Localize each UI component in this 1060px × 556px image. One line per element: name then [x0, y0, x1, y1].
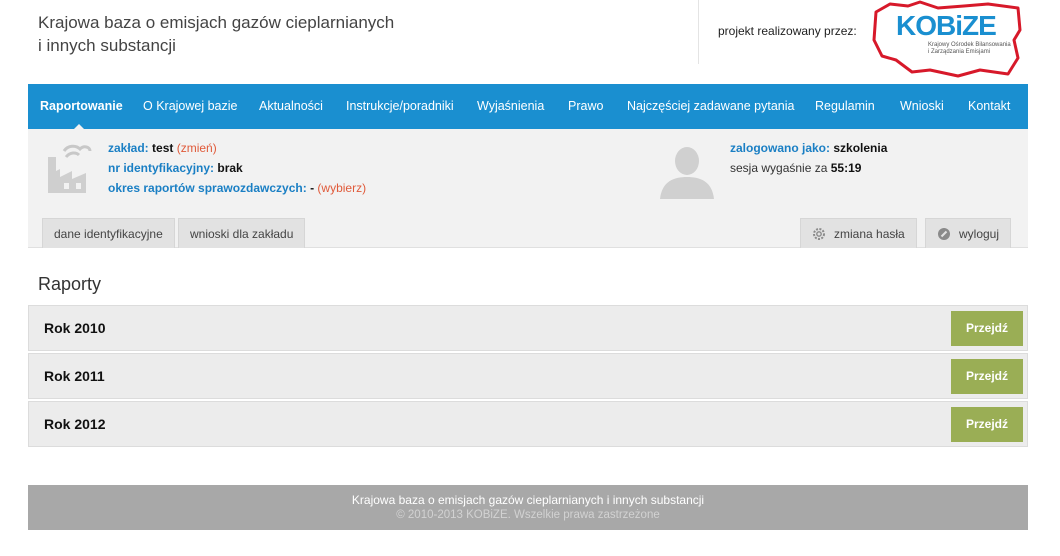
logo-subtitle-line2: i Zarządzania Emisjami: [928, 49, 991, 55]
facility-label: zakład:: [108, 141, 149, 155]
tab-dane-identyfikacyjne[interactable]: dane identyfikacyjne: [42, 218, 175, 248]
session-text: sesja wygaśnie za: [730, 161, 828, 175]
report-row-2011: Rok 2011 Przejdź: [28, 353, 1028, 399]
site-footer: Krajowa baza o emisjach gazów cieplarnia…: [28, 485, 1028, 530]
period-line: okres raportów sprawozdawczych: - (wybie…: [108, 181, 366, 195]
go-button-2010[interactable]: Przejdź: [951, 311, 1023, 346]
period-value: -: [310, 181, 315, 195]
choose-period-link[interactable]: (wybierz): [317, 181, 366, 195]
logo-text: KOBiZE: [896, 10, 997, 41]
nav-item-wyjasnienia[interactable]: Wyjaśnienia: [477, 84, 544, 129]
gear-icon: [813, 228, 825, 240]
logout-label: wyloguj: [959, 227, 1000, 241]
logout-button[interactable]: wyloguj: [925, 218, 1012, 248]
footer-title: Krajowa baza o emisjach gazów cieplarnia…: [351, 493, 705, 507]
active-nav-caret: [73, 124, 85, 130]
site-title-line2: i innych substancji: [38, 36, 176, 55]
logout-icon: [938, 228, 950, 240]
session-timer: 55:19: [830, 161, 862, 175]
nav-item-regulamin[interactable]: Regulamin: [815, 84, 875, 129]
facility-value: test: [152, 141, 174, 155]
site-title-line1: Krajowa baza o emisjach gazów cieplarnia…: [38, 13, 395, 32]
go-button-2012[interactable]: Przejdź: [951, 407, 1023, 442]
user-avatar-icon: [660, 147, 714, 199]
kobize-logo[interactable]: KOBiZE Krajowy Ośrodek Bilansowania i Za…: [868, 0, 1028, 78]
main-nav: Raportowanie O Krajowej bazie Aktualnośc…: [28, 84, 1028, 129]
header-divider: [698, 0, 699, 64]
change-facility-link[interactable]: (zmień): [177, 141, 217, 155]
change-password-button[interactable]: zmiana hasła: [800, 218, 917, 248]
account-info-panel: zakład: test (zmień) nr identyfikacyjny:…: [28, 129, 1028, 248]
logo-subtitle: Krajowy Ośrodek Bilansowania i Zarządzan…: [928, 42, 1028, 56]
facility-line: zakład: test (zmień): [108, 141, 217, 155]
tab-wnioski-dla-zakladu[interactable]: wnioski dla zakładu: [178, 218, 306, 248]
period-label: okres raportów sprawozdawczych:: [108, 181, 307, 195]
factory-icon: [48, 144, 92, 193]
nav-item-prawo[interactable]: Prawo: [568, 84, 603, 129]
site-title: Krajowa baza o emisjach gazów cieplarnia…: [38, 11, 458, 57]
report-year: Rok 2012: [44, 416, 106, 432]
nav-item-wnioski[interactable]: Wnioski: [900, 84, 944, 129]
session-line: sesja wygaśnie za 55:19: [730, 161, 861, 175]
site-header: Krajowa baza o emisjach gazów cieplarnia…: [0, 0, 1060, 84]
nav-item-raportowanie[interactable]: Raportowanie: [40, 84, 123, 129]
report-year: Rok 2010: [44, 320, 106, 336]
report-row-2010: Rok 2010 Przejdź: [28, 305, 1028, 351]
change-password-label: zmiana hasła: [834, 227, 905, 241]
logged-user-line: zalogowano jako: szkolenia: [730, 141, 887, 155]
nav-item-instrukcje[interactable]: Instrukcje/poradniki: [346, 84, 454, 129]
logo-subtitle-line1: Krajowy Ośrodek Bilansowania: [928, 42, 1011, 48]
id-number-value: brak: [217, 161, 243, 175]
nav-item-kontakt[interactable]: Kontakt: [968, 84, 1010, 129]
reports-title: Raporty: [38, 274, 102, 294]
report-year: Rok 2011: [44, 368, 105, 384]
report-row-2012: Rok 2012 Przejdź: [28, 401, 1028, 447]
nav-item-o-krajowej-bazie[interactable]: O Krajowej bazie: [143, 84, 238, 129]
id-number-label: nr identyfikacyjny:: [108, 161, 215, 175]
nav-item-aktualnosci[interactable]: Aktualności: [259, 84, 323, 129]
logged-as-label: zalogowano jako:: [730, 141, 831, 155]
id-number-line: nr identyfikacyjny: brak: [108, 161, 243, 175]
go-button-2011[interactable]: Przejdź: [951, 359, 1023, 394]
partner-label: projekt realizowany przez:: [718, 24, 857, 38]
footer-copyright: © 2010-2013 KOBiZE. Wszelkie prawa zastr…: [396, 509, 660, 521]
nav-item-faq[interactable]: Najczęściej zadawane pytania: [627, 84, 794, 129]
logged-user-value: szkolenia: [833, 141, 888, 155]
